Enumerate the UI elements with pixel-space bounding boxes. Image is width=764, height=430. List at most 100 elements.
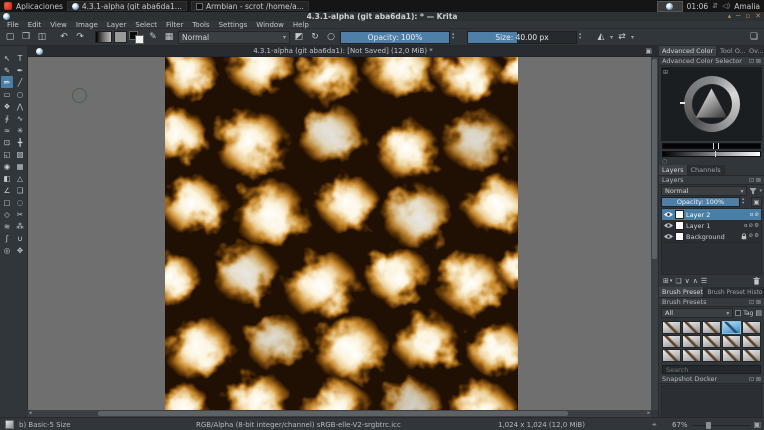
spin-down-icon[interactable]: ▾ (742, 202, 749, 206)
horizontal-mirror-button[interactable]: ◭ (594, 31, 608, 44)
brush-preset-cell[interactable] (722, 321, 741, 334)
brush-preset-cell[interactable] (682, 349, 701, 362)
canvas-horizontal-scrollbar[interactable]: ◂ ▸ (28, 410, 651, 417)
foreground-background-color-button[interactable] (129, 31, 144, 44)
float-docker-icon[interactable]: ⊡ (749, 376, 754, 383)
menu-item[interactable]: Select (131, 21, 161, 29)
layer-style-button[interactable]: ▣ (751, 197, 762, 207)
close-docker-icon[interactable]: ⊠ (756, 299, 761, 306)
opacity-spinner[interactable]: ▴ ▾ (452, 33, 459, 41)
chevron-down-icon[interactable]: ▾ (759, 188, 762, 194)
inherit-alpha-icon[interactable]: ⊘ (748, 233, 753, 240)
alpha-lock-icon[interactable]: α (750, 212, 754, 218)
inherit-alpha-icon[interactable]: ⊘ (754, 212, 759, 218)
close-button[interactable]: ✕ (755, 12, 761, 21)
brush-preset-cell[interactable] (722, 349, 741, 362)
choose-brush-preset-button[interactable]: ▦ (162, 31, 176, 44)
brush-preset-cell[interactable] (742, 335, 761, 348)
tab-brush-presets[interactable]: Brush Presets (659, 287, 704, 297)
preset-search-input[interactable] (662, 365, 761, 374)
zoom-slider[interactable] (692, 425, 750, 426)
tab-brush-preset-history[interactable]: Brush Preset History (704, 287, 764, 297)
tab-advanced-color-selector[interactable]: Advanced Color S... (659, 46, 717, 56)
menu-item[interactable]: Filter (162, 21, 187, 29)
current-brush-name[interactable]: b) Basic-5 Size (19, 421, 71, 429)
pattern-edit-tool[interactable]: ▦ (14, 160, 26, 172)
menu-item[interactable]: View (46, 21, 71, 29)
move-tool[interactable]: ╋ (14, 136, 26, 148)
polygon-tool[interactable]: ❖ (1, 100, 13, 112)
chevron-down-icon[interactable]: ▾ (670, 278, 673, 284)
brush-preset-cell[interactable] (702, 321, 721, 334)
brush-preset-cell[interactable] (662, 349, 681, 362)
fill-tool[interactable]: ◧ (1, 172, 13, 184)
tab-tool-options[interactable]: Tool O... (717, 46, 746, 56)
advanced-color-selector[interactable]: ⊞ (661, 67, 762, 141)
layers-header[interactable]: Layers ⊡ ⊠ (659, 176, 764, 185)
canvas-texture[interactable] (165, 57, 518, 410)
chevron-down-icon[interactable]: ▾ (610, 34, 613, 41)
menu-item[interactable]: Image (72, 21, 102, 29)
assistants-tool[interactable]: △ (14, 172, 26, 184)
polyline-tool[interactable]: ⋀ (14, 100, 26, 112)
brush-preset-cell[interactable] (722, 335, 741, 348)
maximize-button[interactable]: ▫ (745, 12, 750, 21)
layer-row-layer1[interactable]: Layer 1 α ⊘ ⚙ (662, 220, 761, 231)
elliptical-selection-tool[interactable]: ◌ (14, 196, 26, 208)
bezier-selection-tool[interactable]: ʃ (1, 232, 13, 244)
lock-icon[interactable] (741, 233, 747, 240)
freehand-brush-tool[interactable]: ✏ (1, 76, 13, 88)
blending-mode-combo[interactable]: Normal ▾ (178, 31, 290, 44)
save-button[interactable]: ◫ (35, 31, 49, 44)
visibility-eye-icon[interactable] (664, 211, 673, 218)
line-tool[interactable]: ╱ (14, 76, 26, 88)
reference-images-tool[interactable]: ❏ (14, 184, 26, 196)
move-layer-up-button[interactable]: ∧ (693, 277, 698, 285)
user-menu[interactable]: Amalia (734, 2, 760, 11)
tray-krita-button[interactable] (657, 1, 683, 12)
distro-logo-icon[interactable] (4, 2, 12, 10)
layer-thumbnail[interactable] (675, 221, 684, 230)
brush-preset-cell[interactable] (702, 335, 721, 348)
edit-brush-settings-button[interactable]: ✎ (146, 31, 160, 44)
scroll-left-icon[interactable]: ◂ (29, 410, 32, 417)
menu-item[interactable]: Layer (103, 21, 131, 29)
canvas-vertical-scrollbar[interactable] (651, 57, 658, 410)
tab-overview[interactable]: Ov... (746, 46, 764, 56)
multibrush-tool[interactable]: ✳ (14, 124, 26, 136)
menu-item[interactable]: Tools (188, 21, 213, 29)
calligraphy-tool[interactable]: ✒ (14, 64, 26, 76)
brush-preset-cell[interactable] (702, 349, 721, 362)
dynamic-brush-tool[interactable]: ≈ (1, 124, 13, 136)
color-history-strip[interactable] (662, 143, 761, 149)
preset-display-mode-icon[interactable]: ▤ (755, 309, 762, 317)
tab-channels[interactable]: Channels (688, 165, 725, 175)
ellipse-tool[interactable]: ○ (14, 88, 26, 100)
choose-workspace-button[interactable]: ❏ (747, 31, 761, 44)
similar-color-selection-tool[interactable]: ≋ (1, 220, 13, 232)
close-docker-icon[interactable]: ⊠ (756, 177, 761, 184)
rollup-button[interactable]: ▴ (728, 12, 732, 21)
opacity-slider[interactable]: Opacity: 100% (340, 31, 450, 44)
text-tool[interactable]: T (14, 52, 26, 64)
brush-preset-cell[interactable] (742, 349, 761, 362)
color-selector-settings-icon[interactable]: ⊞ (663, 69, 668, 76)
scrollbar-thumb[interactable] (98, 411, 568, 416)
clock[interactable]: 01:06 (687, 2, 709, 11)
select-shapes-tool[interactable]: ↖ (1, 52, 13, 64)
add-layer-button[interactable]: ⊞ (663, 277, 669, 285)
brush-preset-cell[interactable] (742, 321, 761, 334)
lightness-strip[interactable] (662, 151, 761, 157)
layer-opacity-slider[interactable]: Opacity: 100% (661, 197, 740, 207)
new-document-button[interactable]: ▢ (3, 31, 17, 44)
snapshot-docker-header[interactable]: Snapshot Docker ⊡ ⊠ (659, 375, 764, 384)
scrollbar-thumb[interactable] (652, 59, 657, 259)
menu-item[interactable]: File (3, 21, 23, 29)
magnetic-selection-tool[interactable]: ∪ (14, 232, 26, 244)
polygonal-selection-tool[interactable]: ◇ (1, 208, 13, 220)
brush-presets-header[interactable]: Brush Presets ⊡ ⊠ (659, 298, 764, 307)
color-selector-header[interactable]: Advanced Color Selector ⊡ ⊠ (659, 57, 764, 66)
layer-blending-mode-combo[interactable]: Normal ▾ (661, 186, 747, 196)
zoom-percentage[interactable]: 67% (672, 421, 688, 429)
close-docker-icon[interactable]: ⊠ (756, 376, 761, 383)
